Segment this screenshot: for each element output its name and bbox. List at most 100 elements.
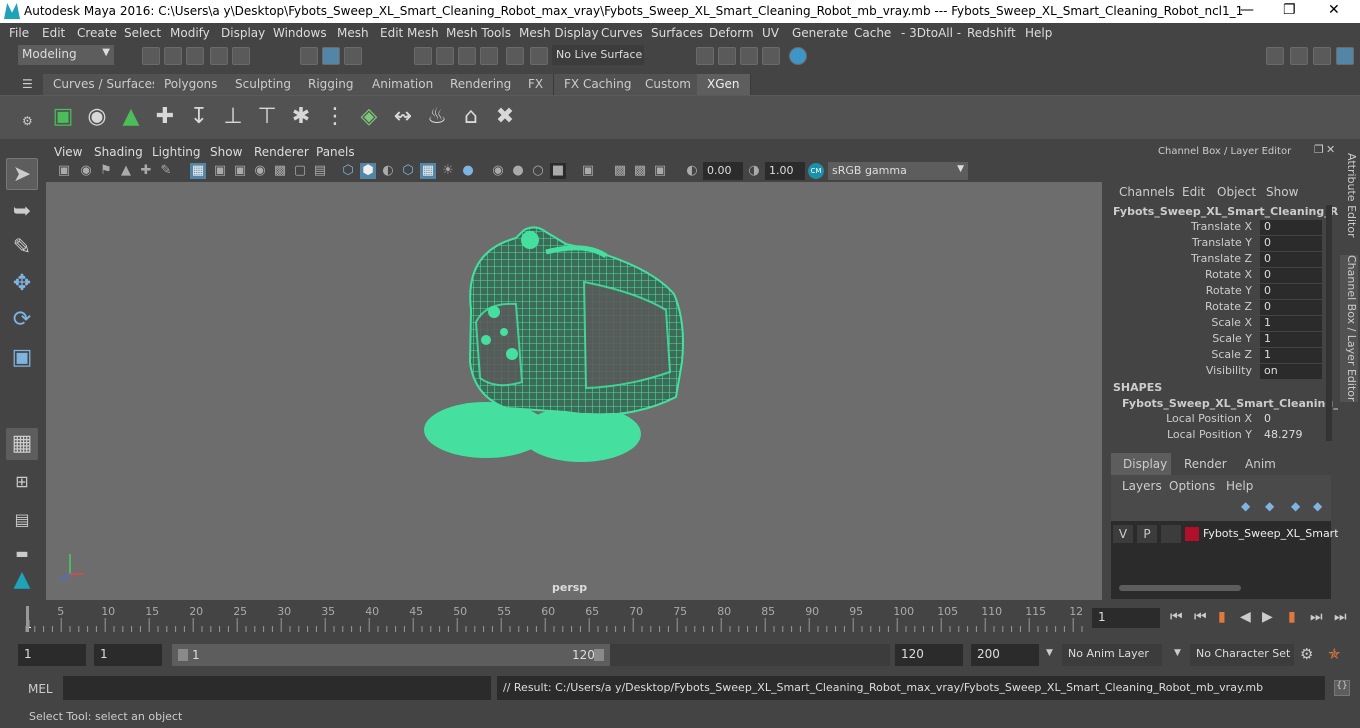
attr-rotate-y[interactable]: Rotate Y0 <box>1108 284 1332 300</box>
step-forward-icon[interactable]: ⏭ <box>1310 609 1323 625</box>
menu-generate[interactable]: Generate <box>792 26 848 40</box>
maximize-button[interactable]: ❐ <box>1283 2 1296 18</box>
menu-deform[interactable]: Deform <box>709 26 754 40</box>
current-time-indicator[interactable] <box>26 606 29 632</box>
playback-start-field[interactable]: 1 <box>94 644 162 666</box>
xgen-grow-icon[interactable]: ⌂ <box>456 101 486 133</box>
layer-menu-help[interactable]: Help <box>1226 479 1253 493</box>
shelf-tab-fx[interactable]: FX <box>518 74 555 95</box>
select-hierarchy-icon[interactable] <box>300 47 318 65</box>
gamma-icon[interactable]: ◑ <box>746 163 762 179</box>
channel-menu-edit[interactable]: Edit <box>1182 185 1205 199</box>
two-d-pan-zoom-icon[interactable]: ✚ <box>138 163 154 179</box>
move-layer-down-icon[interactable]: ◆ <box>1313 499 1322 513</box>
shelf-tab-rigging[interactable]: Rigging <box>298 74 365 95</box>
render-settings-icon[interactable] <box>762 47 780 65</box>
menu-display[interactable]: Display <box>221 26 265 40</box>
layer-scrollbar[interactable] <box>1119 585 1241 591</box>
layer-type-toggle[interactable] <box>1161 525 1181 543</box>
grid-icon[interactable]: ▦ <box>190 163 206 179</box>
auto-key-icon[interactable]: ⚙ <box>1300 645 1313 663</box>
layer-menu-options[interactable]: Options <box>1169 479 1215 493</box>
snap-curve-icon[interactable] <box>436 47 454 65</box>
image-plane-icon[interactable]: ▲ <box>118 163 134 179</box>
camera-select-icon[interactable]: ▣ <box>56 163 72 179</box>
attr-rotate-z[interactable]: Rotate Z0 <box>1108 300 1332 316</box>
xgen-guide-visibility-icon[interactable]: ⊤ <box>252 101 282 133</box>
grease-pencil-icon[interactable]: ✎ <box>158 163 174 179</box>
safe-action-icon[interactable]: ▢ <box>292 163 308 179</box>
mode-select-dropdown[interactable]: Modeling ▼ <box>18 45 114 65</box>
hypershade-icon[interactable] <box>789 47 807 65</box>
step-forward-key-icon[interactable]: ▮ <box>1288 609 1296 625</box>
safe-title-icon[interactable]: ▤ <box>312 163 328 179</box>
textured-icon[interactable]: ⬡ <box>400 163 416 179</box>
menu-mesh-display[interactable]: Mesh Display <box>519 26 599 40</box>
mel-input[interactable] <box>63 676 491 700</box>
menu-edit-mesh[interactable]: Edit Mesh <box>380 26 439 40</box>
menu-file[interactable]: File <box>9 26 29 40</box>
snap-view-plane-icon[interactable] <box>506 47 524 65</box>
new-layer-selected-icon[interactable]: ◆ <box>1265 499 1274 513</box>
wireframe-on-shaded-icon[interactable]: ◐ <box>380 163 396 179</box>
shelf-tab-fx-caching[interactable]: FX Caching <box>554 74 643 95</box>
animation-start-field[interactable]: 1 <box>18 644 86 666</box>
resolution-gate-icon[interactable]: ▣ <box>232 163 248 179</box>
attr-scale-x[interactable]: Scale X1 <box>1108 316 1332 332</box>
anim-layer-dropdown[interactable]: No Anim Layer <box>1062 644 1162 666</box>
panel-menu-panels[interactable]: Panels <box>316 145 355 159</box>
close-button[interactable]: ✕ <box>1328 2 1340 18</box>
menu-windows[interactable]: Windows <box>273 26 327 40</box>
float-panel-icon[interactable]: ❐ <box>1314 143 1324 156</box>
range-end-handle[interactable] <box>594 649 604 661</box>
bookmark-icon[interactable]: ⚑ <box>98 163 114 179</box>
go-to-start-icon[interactable]: ⏮ <box>1170 609 1183 625</box>
gamma-field[interactable]: 1.00 <box>765 162 805 180</box>
gate-mask-icon[interactable]: ◉ <box>252 163 268 179</box>
channel-menu-show[interactable]: Show <box>1266 185 1298 199</box>
live-surface-field[interactable]: No Live Surface <box>552 45 644 65</box>
render-current-icon[interactable] <box>718 47 736 65</box>
play-forwards-icon[interactable]: ▶ <box>1262 609 1273 625</box>
panel-menu-shading[interactable]: Shading <box>94 145 143 159</box>
menu-cache[interactable]: Cache <box>854 26 891 40</box>
multisample-aa-icon[interactable]: ● <box>510 163 526 179</box>
snap-grid-icon[interactable] <box>414 47 432 65</box>
panel-menu-lighting[interactable]: Lighting <box>152 145 201 159</box>
attr-local-position-y[interactable]: Local Position Y 48.279 <box>1108 428 1332 444</box>
new-layer-icon[interactable]: ◆ <box>1241 499 1250 513</box>
color-management-icon[interactable]: CM <box>808 163 824 179</box>
range-start-handle[interactable] <box>178 649 188 661</box>
save-scene-icon[interactable] <box>186 47 204 65</box>
single-perspective-layout-icon[interactable]: ▦ <box>6 428 38 460</box>
toggle-channel-box-icon[interactable] <box>1336 47 1354 65</box>
xray-icon[interactable]: ■ <box>550 163 566 179</box>
channel-menu-object[interactable]: Object <box>1217 185 1256 199</box>
move-layer-up-icon[interactable]: ◆ <box>1291 499 1300 513</box>
attribute-editor-tab[interactable]: Attribute Editor <box>1340 153 1358 238</box>
layer-color-swatch[interactable] <box>1185 527 1199 541</box>
paint-select-tool-icon[interactable]: ✎ <box>6 232 38 264</box>
menu-edit[interactable]: Edit <box>42 26 65 40</box>
layer-tab-display[interactable]: Display <box>1111 453 1171 475</box>
layer-name[interactable]: Fybots_Sweep_XL_Smart_ <box>1203 527 1344 540</box>
menu-modify[interactable]: Modify <box>170 26 210 40</box>
layer-visibility-toggle[interactable]: V <box>1113 525 1133 543</box>
shelf-menu-icon[interactable]: ☰ <box>22 77 33 91</box>
attr-visibility[interactable]: Visibility on <box>1108 364 1332 380</box>
menu-mesh[interactable]: Mesh <box>337 26 369 40</box>
xgen-create-description-icon[interactable]: ▲ <box>116 101 146 133</box>
xgen-comb-icon[interactable]: ⋮ <box>320 101 350 133</box>
minimize-button[interactable]: — <box>1240 2 1254 18</box>
exposure-icon[interactable]: ◐ <box>684 163 700 179</box>
attr-translate-x[interactable]: Translate X0 <box>1108 220 1332 236</box>
time-slider[interactable]: 1 51015202530354045505560657075808590951… <box>18 604 1086 634</box>
menu-select[interactable]: Select <box>124 26 161 40</box>
menu-redshift[interactable]: Redshift <box>967 26 1016 40</box>
go-to-end-icon[interactable]: ⏭ <box>1334 609 1347 625</box>
channel-box-tab[interactable]: Channel Box / Layer Editor <box>1340 255 1358 402</box>
xgen-add-guide-icon[interactable]: ✚ <box>150 101 180 133</box>
panel-menu-view[interactable]: View <box>54 145 82 159</box>
shelf-tab-rendering[interactable]: Rendering <box>440 74 523 95</box>
four-view-layout-icon[interactable]: ⊞ <box>6 466 38 498</box>
